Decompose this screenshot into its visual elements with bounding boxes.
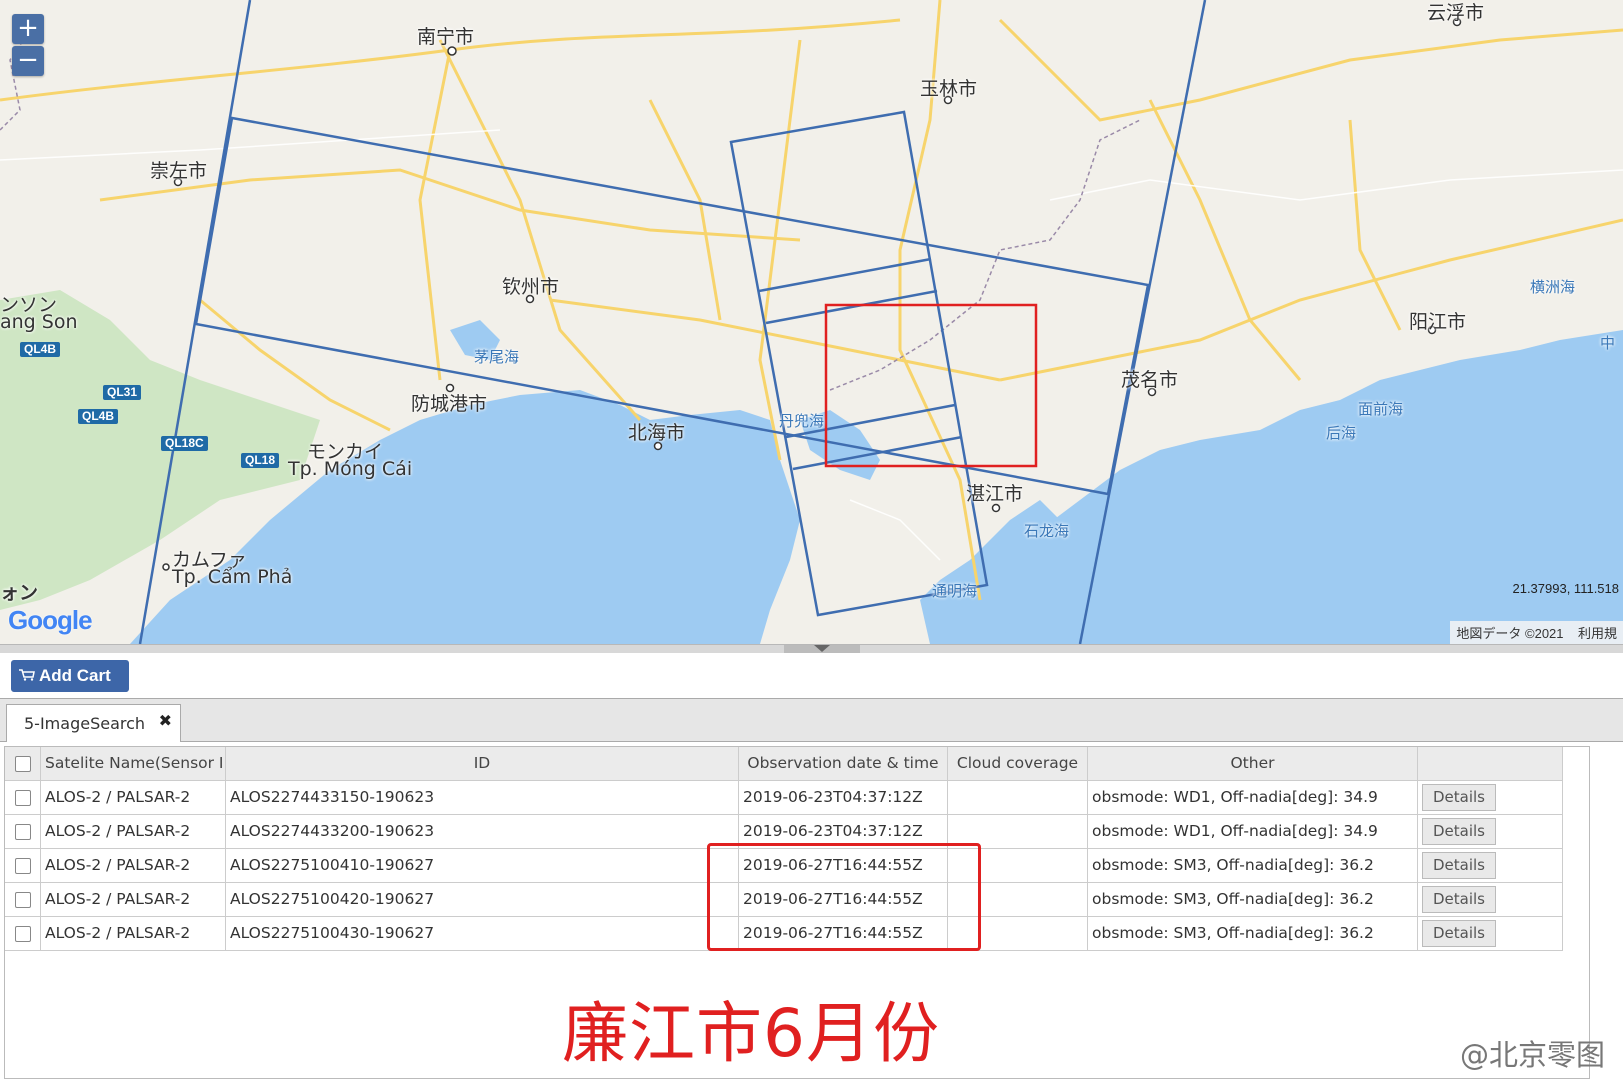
sea-label-danwuhai: 丹兜海 (779, 412, 825, 430)
sea-label-mianqianhai: 面前海 (1358, 400, 1404, 418)
map-attribution[interactable]: 地図データ ©2021 利用規 (1450, 621, 1623, 644)
annotation-text: 廉江市6月份 (562, 995, 940, 1072)
row-checkbox[interactable] (15, 790, 31, 806)
column-header-cloud[interactable]: Cloud coverage (948, 747, 1088, 781)
cell-satellite: ALOS-2 / PALSAR-2 (41, 781, 226, 815)
row-checkbox[interactable] (15, 824, 31, 840)
select-all-cell[interactable] (5, 747, 41, 781)
sea-label-hengzhouhai: 横洲海 (1530, 278, 1576, 296)
cell-id: ALOS2274433200-190623 (226, 815, 739, 849)
cell-satellite: ALOS-2 / PALSAR-2 (41, 883, 226, 917)
row-checkbox[interactable] (15, 926, 31, 942)
panel-splitter[interactable] (0, 644, 1623, 653)
sea-label-tongminghai: 通明海 (932, 582, 978, 600)
row-actions-cell: Details (1418, 917, 1563, 951)
column-header-other[interactable]: Other (1088, 747, 1418, 781)
collapse-arrow-icon[interactable] (814, 645, 830, 652)
row-actions-cell: Details (1418, 849, 1563, 883)
cell-datetime: 2019-06-23T04:37:12Z (739, 781, 948, 815)
cell-satellite: ALOS-2 / PALSAR-2 (41, 849, 226, 883)
map-view[interactable]: + − 南宁市 玉林市 云浮市 崇左市 钦州市 防城港市 北海市 湛江市 茂名市… (0, 0, 1623, 644)
cell-id: ALOS2275100410-190627 (226, 849, 739, 883)
row-select-cell[interactable] (5, 883, 41, 917)
select-all-checkbox[interactable] (15, 756, 31, 772)
cell-other: obsmode: WD1, Off-nadia[deg]: 34.9 (1088, 815, 1418, 849)
datetime-highlight-box (707, 843, 981, 951)
city-label-maoming: 茂名市 (1121, 369, 1179, 391)
row-actions-cell: Details (1418, 883, 1563, 917)
column-header-id[interactable]: ID (226, 747, 739, 781)
sea-label-shilonghai: 石龙海 (1024, 522, 1070, 540)
row-select-cell[interactable] (5, 781, 41, 815)
tab-5-imagesearch[interactable]: 5-ImageSearch ✖ (6, 704, 181, 742)
cell-id: ALOS2275100420-190627 (226, 883, 739, 917)
close-icon[interactable]: ✖ (159, 711, 172, 730)
city-label-qinzhou: 钦州市 (502, 276, 560, 298)
city-label-yulin: 玉林市 (920, 78, 978, 100)
cell-satellite: ALOS-2 / PALSAR-2 (41, 917, 226, 951)
row-select-cell[interactable] (5, 815, 41, 849)
row-actions-cell: Details (1418, 815, 1563, 849)
sea-label-zhong: 中 (1600, 334, 1616, 352)
sea-label-maoweihai: 茅尾海 (474, 348, 520, 366)
result-tab-bar: 5-ImageSearch ✖ (0, 698, 1623, 742)
zoom-out-button[interactable]: − (12, 46, 44, 76)
city-label-fangchenggang: 防城港市 (411, 393, 488, 415)
details-button[interactable]: Details (1422, 886, 1496, 913)
zoom-in-button[interactable]: + (12, 14, 44, 44)
city-label-halong-jp: ォン (0, 582, 39, 604)
cart-icon (19, 669, 35, 681)
tab-label: 5-ImageSearch (24, 714, 146, 733)
road-shield: QL31 (103, 385, 142, 400)
city-label-zhanjiang: 湛江市 (966, 483, 1024, 505)
row-actions-cell: Details (1418, 781, 1563, 815)
column-header-datetime[interactable]: Observation date & time (739, 747, 948, 781)
add-cart-button[interactable]: Add Cart (11, 660, 129, 692)
watermark: @北京零图 (1459, 1038, 1605, 1072)
road-shield: QL18C (161, 436, 208, 451)
cursor-coordinates: 21.37993, 111.518 (1512, 581, 1619, 596)
table-row[interactable]: ALOS-2 / PALSAR-2 ALOS2274433150-190623 20… (5, 781, 1563, 815)
cell-other: obsmode: SM3, Off-nadia[deg]: 36.2 (1088, 883, 1418, 917)
add-cart-label: Add Cart (39, 666, 111, 685)
city-label-langson: ang Son (0, 311, 78, 333)
details-button[interactable]: Details (1422, 852, 1496, 879)
details-button[interactable]: Details (1422, 818, 1496, 845)
cell-other: obsmode: SM3, Off-nadia[deg]: 36.2 (1088, 849, 1418, 883)
cell-cloud (948, 781, 1088, 815)
city-label-yangjiang: 阳江市 (1409, 311, 1467, 333)
map-data-credit: 地図データ ©2021 (1456, 626, 1564, 641)
details-button[interactable]: Details (1422, 784, 1496, 811)
sea-label-houhai: 后海 (1326, 424, 1357, 442)
road-shield: QL18 (241, 453, 280, 468)
terms-link[interactable]: 利用規 (1578, 626, 1617, 641)
city-label-beihai: 北海市 (628, 422, 686, 444)
row-checkbox[interactable] (15, 858, 31, 874)
row-select-cell[interactable] (5, 917, 41, 951)
google-logo: Google (8, 605, 93, 635)
city-label-campha: Tp. Cẩm Phả (172, 566, 293, 588)
details-button[interactable]: Details (1422, 920, 1496, 947)
cell-satellite: ALOS-2 / PALSAR-2 (41, 815, 226, 849)
cell-other: obsmode: SM3, Off-nadia[deg]: 36.2 (1088, 917, 1418, 951)
city-label-yunfu: 云浮市 (1427, 2, 1485, 24)
road-shield: QL4B (20, 342, 61, 357)
city-label-chongzuo: 崇左市 (150, 160, 208, 182)
cell-id: ALOS2275100430-190627 (226, 917, 739, 951)
city-label-mongcai: Tp. Móng Cái (288, 458, 413, 480)
cell-id: ALOS2274433150-190623 (226, 781, 739, 815)
cell-other: obsmode: WD1, Off-nadia[deg]: 34.9 (1088, 781, 1418, 815)
table-header-row: Satelite Name(Sensor I ID Observation da… (5, 747, 1563, 781)
road-shield: QL4B (78, 409, 119, 424)
column-header-actions (1418, 747, 1563, 781)
city-label-nanning: 南宁市 (417, 26, 475, 48)
column-header-satellite[interactable]: Satelite Name(Sensor I (41, 747, 226, 781)
row-checkbox[interactable] (15, 892, 31, 908)
row-select-cell[interactable] (5, 849, 41, 883)
